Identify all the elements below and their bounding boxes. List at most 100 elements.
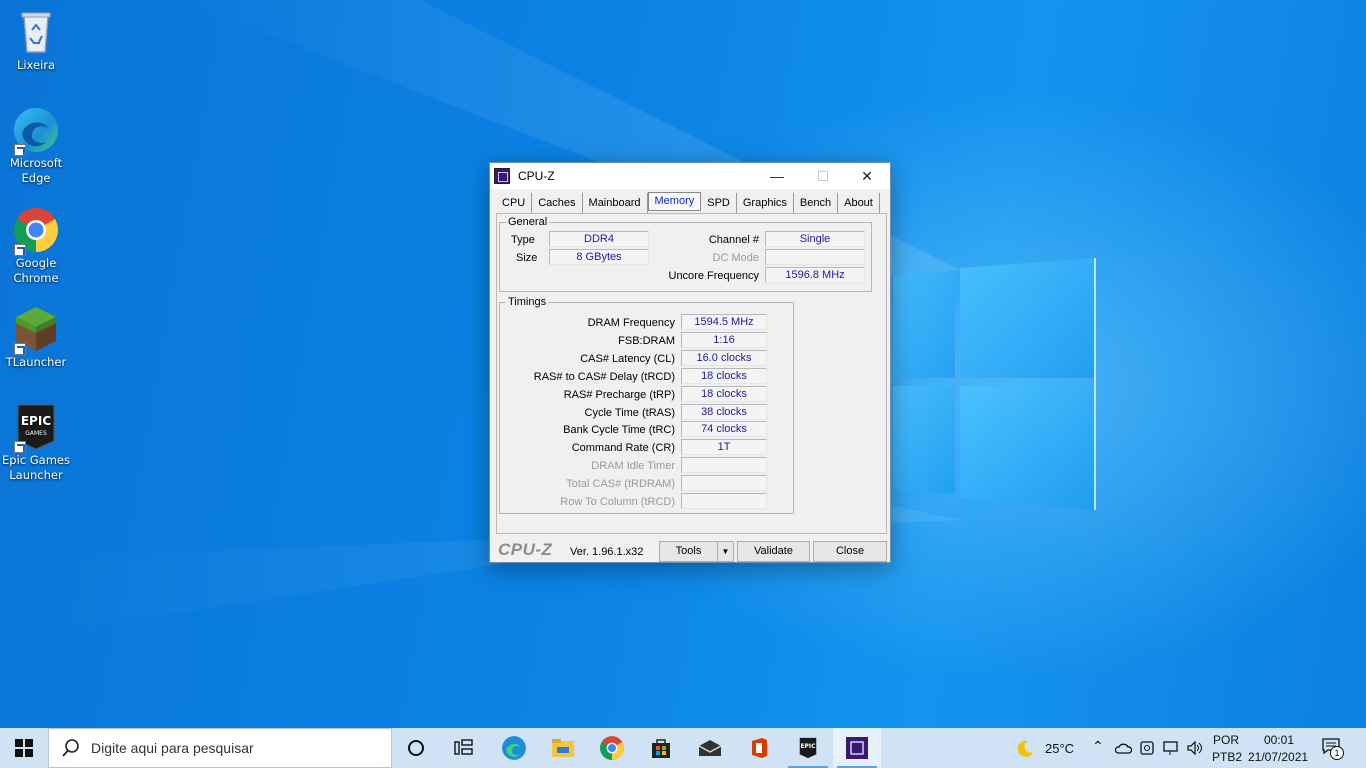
search-placeholder: Digite aqui para pesquisar [91,740,254,756]
tools-button-label: Tools [675,545,702,557]
tab-caches[interactable]: Caches [532,193,583,213]
version-text: Ver. 1.96.1.x32 [570,546,644,558]
timing-value: 18 clocks [681,367,767,384]
timing-value: 1594.5 MHz [681,314,767,330]
timing-label: DRAM Idle Timer [591,460,675,473]
taskbar-search-box[interactable]: Digite aqui para pesquisar [48,728,392,768]
desktop-icon-tlauncher[interactable]: TLauncher [0,305,72,370]
timing-value: 1T [681,439,767,456]
taskbar-edge[interactable] [490,728,538,768]
taskbar-mail[interactable] [686,728,734,768]
onedrive-cloud-icon[interactable] [1114,741,1132,755]
file-explorer-icon [552,739,574,757]
tools-button[interactable]: Tools ▼ [659,541,734,562]
type-label: Type [511,234,535,246]
tab-about[interactable]: About [838,193,880,213]
tab-bench[interactable]: Bench [794,193,839,213]
size-label: Size [516,252,538,264]
svg-text:EPIC: EPIC [801,743,816,750]
timing-value [681,457,767,474]
desktop-icon-epic-games-launcher[interactable]: EPIC GAMES Epic Games Launcher [0,403,72,483]
cortana-icon [408,740,424,756]
timing-value [681,475,767,492]
desktop-icon-google-chrome[interactable]: Google Chrome [0,206,72,286]
validate-button[interactable]: Validate [737,541,810,562]
desktop-icon-label-line1: Epic Games [2,453,70,467]
svg-text:GAMES: GAMES [25,430,47,437]
timing-label: DRAM Frequency [587,317,675,329]
maximize-button[interactable]: ☐ [800,163,846,189]
language-indicator-line1[interactable]: POR [1213,733,1239,747]
close-button[interactable]: Close [813,541,887,562]
timing-value: 74 clocks [681,421,767,438]
taskbar-chrome[interactable] [588,728,636,768]
tools-dropdown-arrow-icon[interactable]: ▼ [717,542,733,561]
timing-label: CAS# Latency (CL) [580,352,675,365]
weather-temperature[interactable]: 25°C [1045,741,1074,756]
shortcut-arrow-icon [14,441,26,453]
desktop-icon-label-line1: Microsoft [9,156,63,170]
taskbar-file-explorer[interactable] [539,728,587,768]
mail-icon [698,740,722,756]
cpu-z-window[interactable]: CPU-Z — ☐ ✕ CPU Caches Mainboard Memory … [489,162,891,563]
tab-strip: CPU Caches Mainboard Memory SPD Graphics… [496,192,880,213]
office-icon [752,738,767,758]
timing-label: Command Rate (CR) [571,442,675,455]
window-footer: CPU-Z Ver. 1.96.1.x32 Tools ▼ Validate C… [490,537,890,563]
taskbar-office[interactable] [735,728,783,768]
windows-start-icon [15,739,33,757]
general-legend: General [508,216,548,228]
timing-label: Row To Column (tRCD) [560,496,675,508]
chrome-icon [12,206,60,256]
timings-legend: Timings [508,296,547,308]
tab-cpu[interactable]: CPU [496,193,533,213]
clock-time[interactable]: 00:01 [1264,733,1294,747]
taskbar: Digite aqui para pesquisar EPIC 25°C ⌃ P… [0,728,1366,768]
cpu-z-app-icon [494,168,510,184]
security-meet-now-icon[interactable] [1139,740,1155,756]
svg-text:EPIC: EPIC [21,414,51,428]
action-center-button[interactable]: 1 [1322,738,1346,760]
desktop-icon-microsoft-edge[interactable]: Microsoft Edge [0,106,72,186]
taskbar-microsoft-store[interactable] [637,728,685,768]
timing-label: Total CAS# (tRDRAM) [566,478,675,491]
timing-label: Bank Cycle Time (tRC) [563,424,675,437]
task-view-button[interactable] [440,728,488,768]
minimize-button[interactable]: — [754,163,800,189]
clock-date[interactable]: 21/07/2021 [1248,750,1308,764]
taskbar-cpu-z[interactable] [833,728,881,768]
uncore-frequency-label: Uncore Frequency [668,270,760,282]
taskbar-epic-games[interactable]: EPIC [784,728,832,768]
tab-spd[interactable]: SPD [701,193,737,213]
timing-value: 18 clocks [681,385,767,402]
network-icon[interactable] [1162,740,1180,756]
timing-value [681,493,767,509]
chrome-icon [600,736,624,760]
tab-mainboard[interactable]: Mainboard [583,193,648,213]
channel-label: Channel # [708,234,759,246]
tab-memory[interactable]: Memory [647,192,702,211]
timing-label: FSB:DRAM [618,334,675,347]
tab-graphics[interactable]: Graphics [737,193,794,213]
edge-icon [12,106,60,156]
dc-mode-value [765,249,865,265]
volume-icon[interactable] [1186,740,1204,756]
cortana-button[interactable] [392,728,440,768]
epic-games-icon: EPIC GAMES [12,403,60,453]
window-title-bar[interactable]: CPU-Z — ☐ ✕ [490,163,890,189]
show-hidden-icons-chevron-up-icon[interactable]: ⌃ [1092,738,1104,755]
start-button[interactable] [0,728,48,768]
timing-value: 1:16 [681,331,767,348]
language-indicator-line2[interactable]: PTB2 [1212,750,1242,764]
shortcut-arrow-icon [14,144,26,156]
close-window-button[interactable]: ✕ [844,163,890,189]
channel-value: Single [765,231,865,247]
dc-mode-label: DC Mode [712,252,759,264]
desktop-icon-label-line2: Launcher [9,468,63,482]
memory-tab-page: General Type DDR4 Size 8 GBytes Channel … [496,213,887,534]
desktop-icon-recycle-bin[interactable]: Lixeira [0,8,72,73]
desktop-icon-label: Lixeira [16,58,56,72]
timing-value: 38 clocks [681,403,767,420]
desktop-icon-label-line1: Google [15,256,57,270]
size-value: 8 GBytes [549,249,649,265]
